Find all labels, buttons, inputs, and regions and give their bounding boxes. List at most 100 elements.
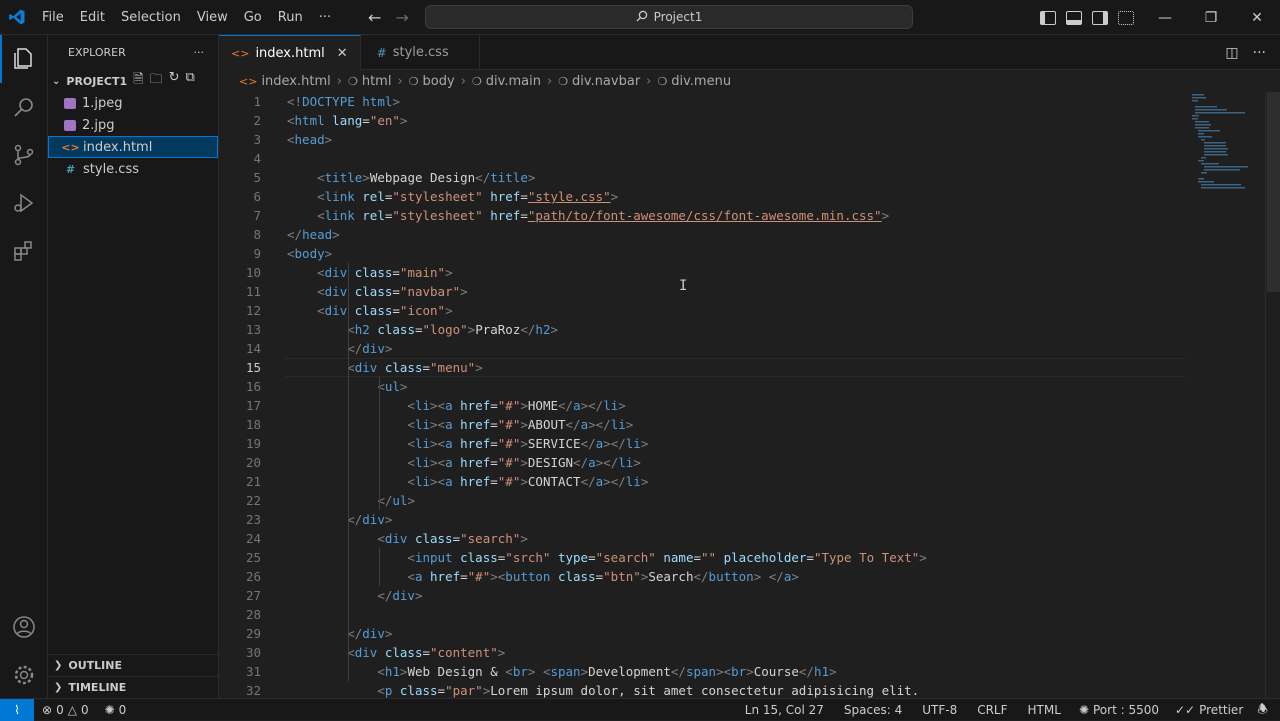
problems-indicator[interactable]: ⊗ 0 △ 0: [34, 703, 97, 717]
image-icon: [64, 119, 76, 131]
file-item-1-jpeg[interactable]: 1.jpeg: [48, 92, 218, 114]
code-line[interactable]: 3 <head>: [219, 130, 1265, 149]
close-icon[interactable]: ✕: [1234, 0, 1280, 35]
breadcrumb-item[interactable]: html: [362, 74, 392, 89]
toggle-secondary-sidebar-icon[interactable]: [1092, 10, 1108, 25]
chevron-right-icon: ›: [336, 73, 342, 89]
timeline-section[interactable]: ❯ TIMELINE: [48, 676, 219, 698]
search-icon[interactable]: [0, 83, 48, 131]
code-text: </div>: [347, 626, 393, 641]
code-line[interactable]: 2 <html lang="en">: [219, 111, 1265, 130]
code-line[interactable]: 15 <div class="menu">: [219, 358, 1265, 377]
menu-run[interactable]: Run: [270, 0, 311, 35]
back-arrow-icon[interactable]: ←: [368, 8, 381, 27]
code-line[interactable]: 10 <div class="main">: [219, 263, 1265, 282]
code-line[interactable]: 7 <link rel="stylesheet" href="path/to/f…: [219, 206, 1265, 225]
new-folder-icon[interactable]: 🗀: [150, 70, 163, 92]
code-line[interactable]: 22 </ul>: [219, 491, 1265, 510]
remote-indicator-icon[interactable]: ⌇: [0, 698, 34, 721]
breadcrumb-item[interactable]: div.menu: [671, 74, 731, 89]
run-debug-icon[interactable]: [0, 179, 48, 227]
code-line[interactable]: 14 </div>: [219, 339, 1265, 358]
account-icon[interactable]: [0, 603, 48, 651]
outline-section[interactable]: ❯ OUTLINE: [48, 654, 219, 676]
code-line[interactable]: 31 <h1>Web Design & <br> <span>Developme…: [219, 662, 1265, 681]
code-line[interactable]: 1 <!DOCTYPE html>: [219, 92, 1265, 111]
code-line[interactable]: 5 <title>Webpage Design</title>: [219, 168, 1265, 187]
line-number: 8: [253, 227, 261, 242]
code-line[interactable]: 4: [219, 149, 1265, 168]
code-line[interactable]: 28: [219, 605, 1265, 624]
code-line[interactable]: 13 <h2 class="logo">PraRoz</h2>: [219, 320, 1265, 339]
toggle-primary-sidebar-icon[interactable]: [1040, 10, 1056, 25]
toggle-panel-icon[interactable]: [1066, 10, 1082, 25]
more-actions-icon[interactable]: ···: [1253, 45, 1266, 61]
code-line[interactable]: 20 <li><a href="#">DESIGN</a></li>: [219, 453, 1265, 472]
code-line[interactable]: 6 <link rel="stylesheet" href="style.css…: [219, 187, 1265, 206]
code-line[interactable]: 30 <div class="content">: [219, 643, 1265, 662]
split-editor-icon[interactable]: ◫: [1225, 45, 1238, 61]
encoding[interactable]: UTF-8: [912, 703, 967, 717]
settings-gear-icon[interactable]: [0, 651, 48, 699]
code-line[interactable]: 27 </div>: [219, 586, 1265, 605]
menu-more[interactable]: ···: [311, 0, 339, 35]
cursor-position[interactable]: Ln 15, Col 27: [735, 703, 834, 717]
end-of-line[interactable]: CRLF: [967, 703, 1017, 717]
code-line[interactable]: 9 <body>: [219, 244, 1265, 263]
breadcrumb-item[interactable]: div.navbar: [572, 74, 640, 89]
command-center[interactable]: Project1: [425, 5, 913, 29]
minimap[interactable]: [1190, 92, 1252, 192]
tab-label: index.html: [255, 45, 325, 61]
menu-selection[interactable]: Selection: [113, 0, 189, 35]
code-line[interactable]: 25 <input class="srch" type="search" nam…: [219, 548, 1265, 567]
code-line[interactable]: 16 <ul>: [219, 377, 1265, 396]
code-line[interactable]: 12 <div class="icon">: [219, 301, 1265, 320]
code-text: <div class="search">: [377, 531, 528, 546]
menu-file[interactable]: File: [34, 0, 72, 35]
forward-arrow-icon[interactable]: →: [395, 8, 408, 27]
code-line[interactable]: 8 </head>: [219, 225, 1265, 244]
menu-view[interactable]: View: [189, 0, 236, 35]
code-line[interactable]: 11 <div class="navbar">: [219, 282, 1265, 301]
collapse-all-icon[interactable]: ⧉: [186, 70, 195, 92]
project-folder[interactable]: ⌄ PROJECT1 🗎 🗀 ↻ ⧉: [48, 70, 218, 92]
menu-go[interactable]: Go: [236, 0, 270, 35]
code-line[interactable]: 32 <p class="par">Lorem ipsum dolor, sit…: [219, 681, 1265, 698]
file-item-2-jpg[interactable]: 2.jpg: [48, 114, 218, 136]
explorer-files-icon[interactable]: [0, 35, 48, 83]
close-icon[interactable]: ✕: [337, 46, 348, 61]
tab-style-css[interactable]: # style.css: [361, 35, 480, 70]
indentation[interactable]: Spaces: 4: [834, 703, 912, 717]
code-line[interactable]: 19 <li><a href="#">SERVICE</a></li>: [219, 434, 1265, 453]
code-line[interactable]: 29 </div>: [219, 624, 1265, 643]
customize-layout-icon[interactable]: [1118, 10, 1134, 25]
notifications-bell-icon[interactable]: 🕭: [1251, 700, 1280, 721]
file-item-index-html[interactable]: <> index.html: [48, 136, 218, 158]
breadcrumb-item[interactable]: body: [423, 74, 455, 89]
live-server-port[interactable]: ✺ Port : 5500: [1071, 703, 1167, 717]
refresh-icon[interactable]: ↻: [169, 70, 180, 92]
code-line[interactable]: 26 <a href="#"><button class="btn">Searc…: [219, 567, 1265, 586]
tab-index-html[interactable]: <> index.html ✕: [219, 35, 361, 70]
language-mode[interactable]: HTML: [1018, 703, 1071, 717]
more-actions-icon[interactable]: ···: [194, 46, 205, 59]
scrollbar-thumb[interactable]: [1267, 92, 1280, 292]
code-line[interactable]: 23 </div>: [219, 510, 1265, 529]
file-item-style-css[interactable]: # style.css: [48, 158, 218, 180]
breadcrumb-item[interactable]: div.main: [486, 74, 541, 89]
breadcrumb-item[interactable]: index.html: [261, 74, 330, 89]
code-line[interactable]: 17 <li><a href="#">HOME</a></li>: [219, 396, 1265, 415]
source-control-icon[interactable]: [0, 131, 48, 179]
restore-icon[interactable]: ❐: [1188, 0, 1234, 35]
ports-indicator[interactable]: ✺ 0: [97, 703, 135, 717]
new-file-icon[interactable]: 🗎: [133, 70, 143, 92]
code-line[interactable]: 24 <div class="search">: [219, 529, 1265, 548]
prettier-status[interactable]: ✓✓ Prettier: [1167, 703, 1251, 717]
code-line[interactable]: 21 <li><a href="#">CONTACT</a></li>: [219, 472, 1265, 491]
css-icon: #: [65, 162, 76, 176]
extensions-icon[interactable]: [0, 227, 48, 275]
minimize-icon[interactable]: —: [1142, 0, 1188, 35]
menu-edit[interactable]: Edit: [72, 0, 113, 35]
code-editor[interactable]: 1 <!DOCTYPE html> 2 <html lang="en"> 3 <head>…: [219, 92, 1265, 698]
code-line[interactable]: 18 <li><a href="#">ABOUT</a></li>: [219, 415, 1265, 434]
